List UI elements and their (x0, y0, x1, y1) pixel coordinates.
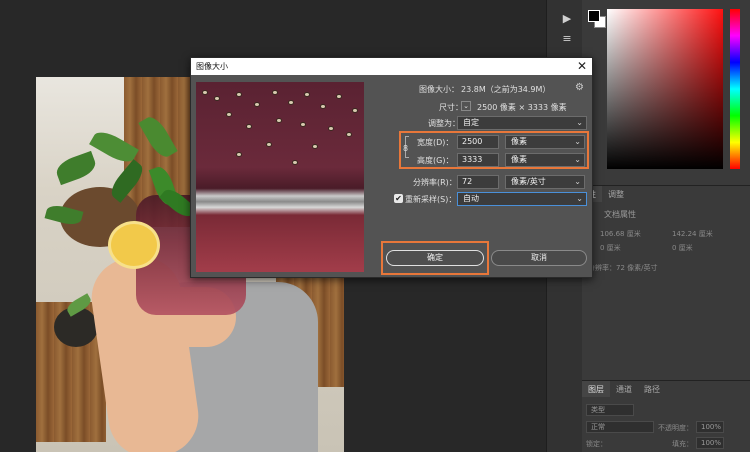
preview-seed (236, 92, 242, 97)
resample-value: 自动 (463, 194, 479, 203)
dialog-titlebar[interactable]: 图像大小 ✕ (191, 58, 592, 75)
width-label: 宽度(D)： (417, 138, 454, 147)
preview-seed (304, 92, 310, 97)
dimensions-dropdown-icon[interactable]: ⌄ (461, 101, 471, 111)
preview-seed (246, 124, 252, 129)
resolution-input[interactable]: 72 (457, 175, 499, 189)
dimensions-label: 尺寸： (439, 103, 463, 112)
height-unit-value: 像素 (511, 155, 527, 164)
tab-paths[interactable]: 路径 (638, 381, 666, 397)
lock-label: 锁定： (586, 440, 607, 448)
preview-seed (276, 118, 282, 123)
preview-seed (266, 142, 272, 147)
dimensions-value: 2500 像素 × 3333 像素 (477, 103, 567, 112)
preview-seed (352, 108, 358, 113)
chevron-down-icon: ⌄ (574, 137, 581, 146)
blend-mode-select[interactable]: 正常 (586, 421, 654, 433)
preview-seed (328, 126, 334, 131)
resample-select[interactable]: 自动 ⌄ (457, 192, 587, 206)
height-unit-select[interactable]: 像素 ⌄ (505, 153, 585, 167)
preview-seed (312, 144, 318, 149)
tab-adjustments[interactable]: 调整 (602, 186, 630, 202)
preview-seed (346, 132, 352, 137)
resolution-unit-value: 像素/英寸 (511, 177, 546, 186)
link-icon[interactable]: 8 (403, 144, 408, 153)
plant-leaf (53, 150, 99, 186)
resolution-label: 分辨率(R)： (413, 178, 457, 187)
hue-slider[interactable] (730, 9, 740, 169)
image-preview[interactable] (196, 82, 364, 272)
preview-seed (336, 94, 342, 99)
image-size-dialog: 图像大小 ✕ 图像大小： 23.8M（之前为34.9M） ⚙ 尺寸： ⌄ 250… (190, 57, 593, 278)
image-size-label: 图像大小： (419, 85, 459, 94)
chevron-down-icon: ⌄ (574, 177, 581, 186)
width-input[interactable]: 2500 (457, 135, 499, 149)
height-label: 高度(G)： (417, 156, 454, 165)
width-unit-value: 像素 (511, 137, 527, 146)
width-unit-select[interactable]: 像素 ⌄ (505, 135, 585, 149)
gear-icon[interactable]: ⚙ (575, 82, 584, 93)
foreground-color-swatch[interactable] (588, 10, 600, 22)
preview-seed (202, 90, 208, 95)
height-input[interactable]: 3333 (457, 153, 499, 167)
doc-x-value: 0 厘米 (600, 244, 621, 252)
doc-width-value: 106.68 厘米 (600, 230, 641, 238)
doc-y-value: 0 厘米 (672, 244, 693, 252)
fit-to-label: 调整为： (428, 119, 460, 128)
preview-seed (254, 102, 260, 107)
preview-seed (214, 96, 220, 101)
play-icon[interactable]: ▶ (558, 12, 576, 26)
tab-layers[interactable]: 图层 (582, 381, 610, 397)
opacity-field[interactable]: 100% (696, 421, 724, 433)
ok-button[interactable]: 确定 (386, 250, 484, 266)
preview-seed (226, 112, 232, 117)
preview-seed (272, 90, 278, 95)
fill-field[interactable]: 100% (696, 437, 724, 449)
resample-checkbox[interactable]: ✔ (394, 194, 403, 203)
preview-seed (288, 100, 294, 105)
dialog-title: 图像大小 (196, 62, 228, 71)
doc-resolution-text: 分辨率：72 像素/英寸 (588, 264, 658, 272)
tab-channels[interactable]: 通道 (610, 381, 638, 397)
document-properties-label: 文档属性 (604, 210, 636, 219)
doc-height-value: 142.24 厘米 (672, 230, 713, 238)
chevron-down-icon: ⌄ (576, 194, 583, 203)
chevron-down-icon: ⌄ (574, 155, 581, 164)
cancel-button[interactable]: 取消 (491, 250, 587, 266)
chevron-down-icon: ⌄ (576, 118, 583, 127)
close-icon[interactable]: ✕ (577, 59, 587, 73)
color-picker-field[interactable] (607, 9, 723, 169)
layer-filter-select[interactable]: 类型 (586, 404, 634, 416)
preview-seed (236, 152, 242, 157)
preview-seed (300, 122, 306, 127)
fill-label: 填充： (672, 440, 693, 448)
preview-seed (292, 160, 298, 165)
layers-tabs: 图层 通道 路径 (582, 381, 666, 397)
opacity-label: 不透明度： (658, 424, 693, 432)
menu-icon[interactable]: ≡ (558, 32, 576, 46)
preview-seed (320, 104, 326, 109)
resample-label: 重新采样(S)： (405, 195, 457, 204)
resolution-unit-select[interactable]: 像素/英寸 ⌄ (505, 175, 585, 189)
image-size-value: 23.8M（之前为34.9M） (461, 85, 551, 94)
fit-to-value: 自定 (463, 118, 479, 127)
banana-slice (108, 221, 160, 269)
fit-to-select[interactable]: 自定 ⌄ (457, 116, 587, 130)
